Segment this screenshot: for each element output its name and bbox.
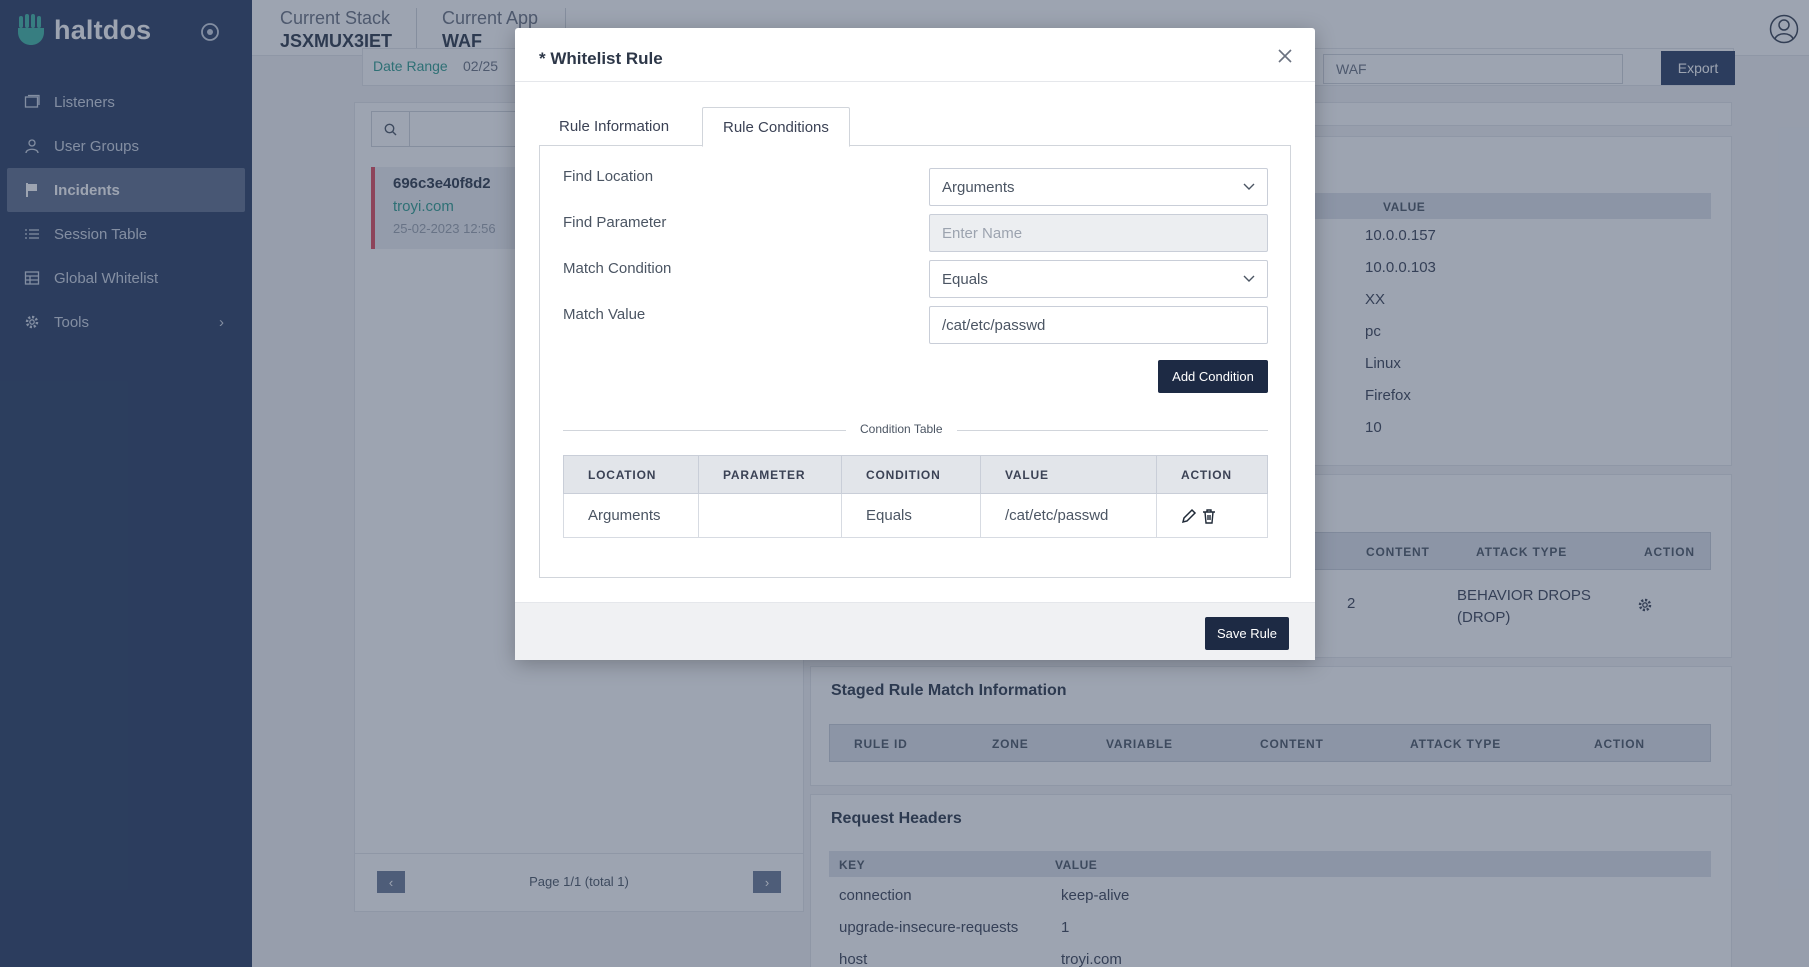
parameter-column-header: PARAMETER xyxy=(698,455,842,494)
match-value-label: Match Value xyxy=(563,306,646,323)
location-cell: Arguments xyxy=(563,493,699,538)
condition-column-header: CONDITION xyxy=(841,455,981,494)
match-condition-label: Match Condition xyxy=(563,260,672,277)
find-parameter-label: Find Parameter xyxy=(563,214,667,231)
parameter-cell xyxy=(698,493,842,538)
edit-icon[interactable] xyxy=(1181,508,1197,524)
modal-footer: Save Rule xyxy=(515,602,1315,660)
condition-table: LOCATION PARAMETER CONDITION VALUE ACTIO… xyxy=(563,455,1268,538)
find-location-value: Arguments xyxy=(942,179,1015,196)
action-cell xyxy=(1156,493,1268,538)
modal-header: * Whitelist Rule xyxy=(515,28,1315,82)
save-rule-button[interactable]: Save Rule xyxy=(1205,617,1289,650)
match-condition-value: Equals xyxy=(942,271,988,288)
close-icon[interactable] xyxy=(1277,48,1293,64)
find-location-select[interactable]: Arguments xyxy=(929,168,1268,206)
value-column-header: VALUE xyxy=(980,455,1157,494)
rule-conditions-panel: Find Location Arguments Find Parameter E… xyxy=(539,145,1291,578)
table-header-row: LOCATION PARAMETER CONDITION VALUE ACTIO… xyxy=(563,455,1268,494)
match-condition-select[interactable]: Equals xyxy=(929,260,1268,298)
find-location-label: Find Location xyxy=(563,168,654,185)
condition-table-label: Condition Table xyxy=(846,422,957,436)
location-column-header: LOCATION xyxy=(563,455,699,494)
whitelist-rule-modal: * Whitelist Rule Rule Information Rule C… xyxy=(515,28,1315,660)
modal-title: * Whitelist Rule xyxy=(539,49,663,68)
chevron-down-icon xyxy=(1243,183,1255,190)
trash-icon[interactable] xyxy=(1201,508,1217,524)
condition-cell: Equals xyxy=(841,493,981,538)
tab-rule-conditions[interactable]: Rule Conditions xyxy=(702,107,850,147)
find-parameter-input[interactable]: Enter Name xyxy=(929,214,1268,252)
match-value-input[interactable]: /cat/etc/passwd xyxy=(929,306,1268,344)
value-cell: /cat/etc/passwd xyxy=(980,493,1157,538)
action-column-header: ACTION xyxy=(1156,455,1268,494)
tab-rule-information[interactable]: Rule Information xyxy=(539,107,689,147)
chevron-down-icon xyxy=(1243,275,1255,282)
table-row: Arguments Equals /cat/etc/passwd xyxy=(563,493,1268,538)
add-condition-button[interactable]: Add Condition xyxy=(1158,360,1268,393)
